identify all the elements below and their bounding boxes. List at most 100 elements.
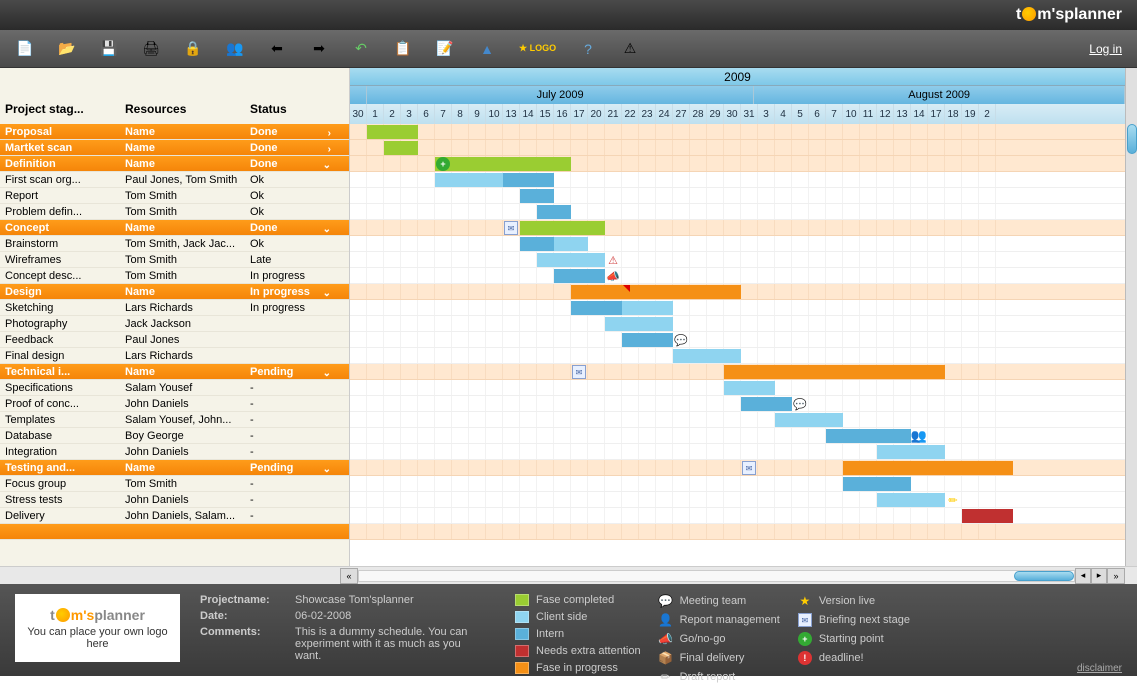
- table-row[interactable]: TemplatesSalam Yousef, John...-: [0, 412, 349, 428]
- gantt-bar[interactable]: [384, 141, 418, 155]
- gantt-row[interactable]: [350, 300, 1125, 316]
- gantt-bar[interactable]: [724, 381, 775, 395]
- table-row[interactable]: DefinitionNameDone⌄: [0, 156, 349, 172]
- day-cell[interactable]: 22: [622, 104, 639, 124]
- day-cell[interactable]: 18: [945, 104, 962, 124]
- disclaimer-link[interactable]: disclaimer: [1077, 663, 1122, 674]
- gantt-row[interactable]: ✉: [350, 220, 1125, 236]
- print-icon[interactable]: 🖨: [141, 39, 161, 59]
- gantt-bar[interactable]: [605, 317, 673, 331]
- day-cell[interactable]: 5: [792, 104, 809, 124]
- gantt-bar[interactable]: [435, 157, 571, 171]
- gantt-marker-icon[interactable]: 👥: [912, 429, 926, 443]
- table-row[interactable]: PhotographyJack Jackson: [0, 316, 349, 332]
- day-cell[interactable]: 15: [537, 104, 554, 124]
- gantt-row[interactable]: +: [350, 156, 1125, 172]
- hscroll-track[interactable]: [358, 570, 1075, 582]
- gantt-bar[interactable]: [962, 509, 1013, 523]
- table-row[interactable]: Proof of conc...John Daniels-: [0, 396, 349, 412]
- gantt-row[interactable]: [350, 172, 1125, 188]
- day-cell[interactable]: 27: [673, 104, 690, 124]
- day-cell[interactable]: 28: [690, 104, 707, 124]
- col-header-status[interactable]: Status: [245, 102, 335, 120]
- gantt-bar[interactable]: [537, 205, 571, 219]
- day-cell[interactable]: 23: [639, 104, 656, 124]
- gantt-row[interactable]: [350, 444, 1125, 460]
- flag-icon[interactable]: ▲: [477, 39, 497, 59]
- gantt-bar[interactable]: [571, 301, 622, 315]
- vertical-scrollbar[interactable]: [1125, 68, 1137, 566]
- gantt-marker-icon[interactable]: 💬: [793, 397, 807, 411]
- day-cell[interactable]: 29: [707, 104, 724, 124]
- gantt-marker-icon[interactable]: ✉: [504, 221, 518, 235]
- scroll-right-button[interactable]: ▸: [1091, 568, 1107, 584]
- edit-page-icon[interactable]: 📝: [435, 39, 455, 59]
- scroll-far-right-button[interactable]: »: [1107, 568, 1125, 584]
- import-icon[interactable]: ⬅: [267, 39, 287, 59]
- gantt-bar[interactable]: [554, 269, 605, 283]
- day-cell[interactable]: 6: [418, 104, 435, 124]
- table-row[interactable]: Martket scanNameDone›: [0, 140, 349, 156]
- table-row[interactable]: Problem defin...Tom SmithOk: [0, 204, 349, 220]
- gantt-row[interactable]: [350, 348, 1125, 364]
- new-file-icon[interactable]: 📄: [15, 39, 35, 59]
- gantt-bar[interactable]: [622, 333, 673, 347]
- day-cell[interactable]: 17: [928, 104, 945, 124]
- export-icon[interactable]: ➡: [309, 39, 329, 59]
- logo-placeholder-box[interactable]: tm'splanner You can place your own logo …: [15, 594, 180, 662]
- login-link[interactable]: Log in: [1089, 42, 1122, 56]
- scroll-far-left-button[interactable]: «: [340, 568, 358, 584]
- gantt-row[interactable]: [350, 476, 1125, 492]
- day-cell[interactable]: 14: [520, 104, 537, 124]
- gantt-bar[interactable]: [537, 253, 605, 267]
- users-icon[interactable]: 👥: [225, 39, 245, 59]
- gantt-row[interactable]: [350, 380, 1125, 396]
- gantt-row[interactable]: [350, 188, 1125, 204]
- gantt-bar[interactable]: [367, 125, 418, 139]
- help-icon[interactable]: ?: [578, 39, 598, 59]
- table-row[interactable]: ConceptNameDone⌄: [0, 220, 349, 236]
- month-cell[interactable]: August 2009: [754, 86, 1125, 104]
- day-cell[interactable]: 13: [503, 104, 520, 124]
- table-row[interactable]: Stress testsJohn Daniels-: [0, 492, 349, 508]
- day-cell[interactable]: 24: [656, 104, 673, 124]
- month-cell[interactable]: July 2009: [367, 86, 755, 104]
- table-row[interactable]: SpecificationsSalam Yousef-: [0, 380, 349, 396]
- day-cell[interactable]: 2: [384, 104, 401, 124]
- gantt-row[interactable]: [350, 236, 1125, 252]
- day-cell[interactable]: 20: [588, 104, 605, 124]
- expand-chevron-icon[interactable]: ⌄: [323, 224, 331, 234]
- table-row[interactable]: Testing and...NamePending⌄: [0, 460, 349, 476]
- gantt-bar[interactable]: [520, 189, 554, 203]
- vscroll-thumb[interactable]: [1127, 124, 1137, 154]
- table-row[interactable]: ReportTom SmithOk: [0, 188, 349, 204]
- table-row[interactable]: IntegrationJohn Daniels-: [0, 444, 349, 460]
- page-icon[interactable]: 📋: [393, 39, 413, 59]
- undo-icon[interactable]: ↶: [351, 39, 371, 59]
- gantt-bar[interactable]: [843, 477, 911, 491]
- lock-icon[interactable]: 🔒: [183, 39, 203, 59]
- gantt-row[interactable]: [350, 204, 1125, 220]
- gantt-marker-icon[interactable]: 💬: [674, 333, 688, 347]
- gantt-bar[interactable]: [571, 285, 741, 299]
- day-cell[interactable]: 21: [605, 104, 622, 124]
- day-cell[interactable]: 4: [775, 104, 792, 124]
- gantt-bar[interactable]: [877, 493, 945, 507]
- gantt-bar[interactable]: [877, 445, 945, 459]
- gantt-marker-icon[interactable]: ✏: [946, 493, 960, 507]
- scroll-left-button[interactable]: ◂: [1075, 568, 1091, 584]
- gantt-row[interactable]: [350, 316, 1125, 332]
- table-row[interactable]: Focus groupTom Smith-: [0, 476, 349, 492]
- gantt-row[interactable]: ✏: [350, 492, 1125, 508]
- expand-chevron-icon[interactable]: ⌄: [323, 368, 331, 378]
- gantt-bar[interactable]: [843, 461, 1013, 475]
- gantt-bar[interactable]: [622, 301, 673, 315]
- table-row[interactable]: SketchingLars RichardsIn progress: [0, 300, 349, 316]
- table-row[interactable]: DesignNameIn progress⌄: [0, 284, 349, 300]
- day-cell[interactable]: 16: [554, 104, 571, 124]
- day-cell[interactable]: 7: [826, 104, 843, 124]
- expand-chevron-icon[interactable]: ⌄: [323, 160, 331, 170]
- gantt-row[interactable]: [350, 508, 1125, 524]
- gantt-bar[interactable]: [520, 237, 554, 251]
- day-cell[interactable]: 31: [741, 104, 758, 124]
